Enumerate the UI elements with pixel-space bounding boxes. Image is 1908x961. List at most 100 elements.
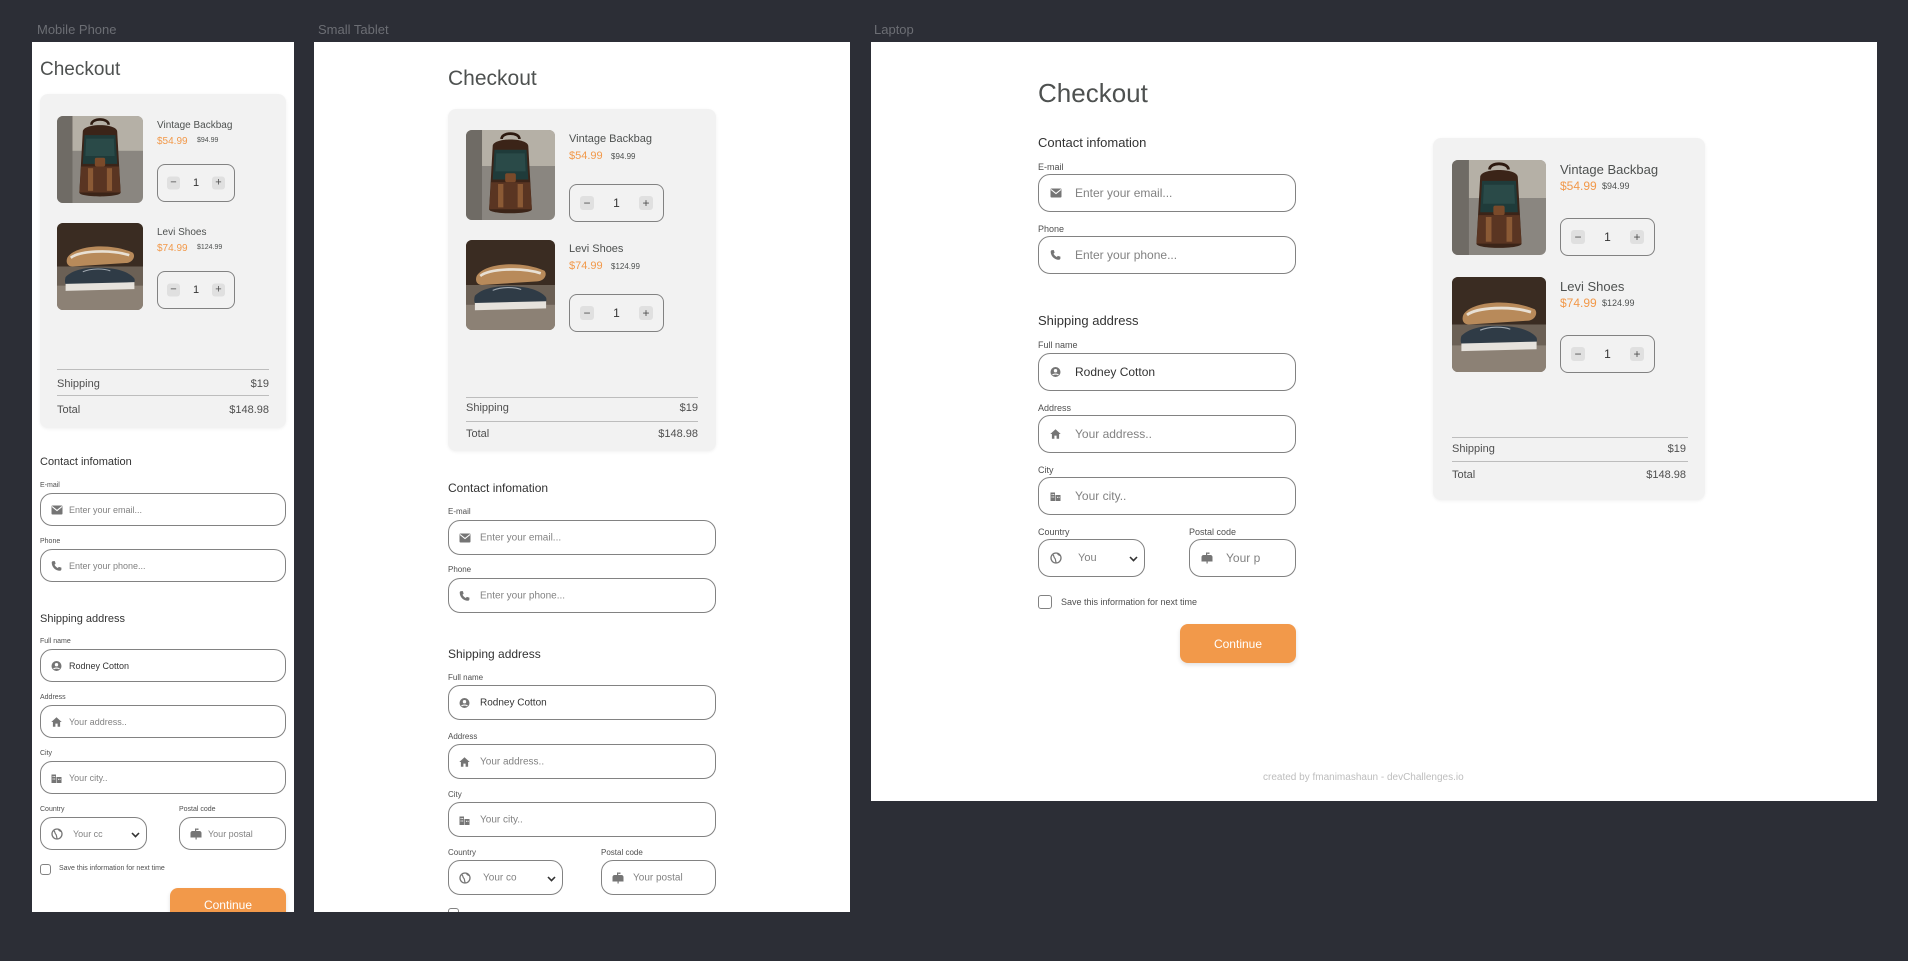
fullname-field[interactable]: Rodney Cotton	[1038, 353, 1296, 391]
shoe-image	[466, 240, 555, 330]
increase-button[interactable]: +	[212, 176, 225, 190]
city-icon	[1050, 491, 1061, 502]
continue-button[interactable]: Continue	[170, 888, 286, 912]
email-field[interactable]: Enter your email...	[448, 520, 716, 555]
postal-placeholder: Your postal	[633, 872, 683, 883]
city-label: City	[40, 750, 53, 757]
cart-item: Levi Shoes $74.99 $124.99 − 1 +	[466, 240, 706, 332]
phone-placeholder: Enter your phone...	[69, 560, 146, 571]
city-placeholder: Your city..	[1075, 489, 1127, 503]
decrease-button[interactable]: −	[580, 306, 594, 320]
decrease-button[interactable]: −	[580, 196, 594, 210]
frame-label-mobile: Mobile Phone	[37, 22, 117, 37]
quantity-stepper: − 1 +	[569, 184, 664, 222]
quantity-stepper: − 1 +	[157, 271, 235, 309]
shoe-image	[57, 223, 143, 310]
increase-button[interactable]: +	[1630, 347, 1644, 361]
fullname-value: Rodney Cotton	[480, 697, 547, 708]
decrease-button[interactable]: −	[167, 176, 180, 190]
mobile-frame: Checkout Vintage Backbag $54.99 $94.99 −…	[32, 42, 294, 912]
save-info-checkbox[interactable]	[1038, 595, 1052, 609]
country-value: Your cc	[73, 828, 103, 839]
increase-button[interactable]: +	[639, 306, 653, 320]
address-field[interactable]: Your address..	[40, 705, 286, 738]
item-old-price: $124.99	[197, 244, 223, 251]
country-select[interactable]: You	[1038, 539, 1145, 577]
save-info-checkbox[interactable]	[40, 864, 51, 875]
fullname-field[interactable]: Rodney Cotton	[40, 649, 286, 682]
address-field[interactable]: Your address..	[1038, 415, 1296, 453]
mailbox-icon	[190, 828, 202, 840]
email-label: E-mail	[40, 482, 60, 489]
decrease-button[interactable]: −	[167, 283, 180, 297]
quantity-value: 1	[192, 177, 200, 189]
total-label: Total	[466, 428, 490, 440]
increase-button[interactable]: +	[212, 283, 225, 297]
phone-placeholder: Enter your phone...	[480, 590, 566, 601]
increase-button[interactable]: +	[639, 196, 653, 210]
phone-label: Phone	[40, 538, 61, 545]
phone-icon	[459, 590, 470, 601]
quantity-value: 1	[613, 306, 620, 320]
item-old-price: $94.99	[1602, 181, 1630, 191]
postal-field[interactable]: Your postal	[179, 817, 286, 850]
country-value: You	[1078, 552, 1097, 564]
phone-field[interactable]: Enter your phone...	[448, 578, 716, 613]
phone-field[interactable]: Enter your phone...	[1038, 236, 1296, 274]
quantity-stepper: − 1 +	[569, 294, 664, 332]
city-field[interactable]: Your city..	[448, 802, 716, 837]
chevron-down-icon	[1129, 549, 1138, 567]
country-label: Country	[1038, 527, 1070, 537]
cart-item: Levi Shoes $74.99 $124.99 − 1 +	[57, 223, 277, 313]
email-field[interactable]: Enter your email...	[1038, 174, 1296, 212]
decrease-button[interactable]: −	[1571, 347, 1585, 361]
cart-item: Vintage Backbag $54.99 $94.99 − 1 +	[57, 116, 277, 206]
save-info-checkbox[interactable]	[448, 908, 459, 912]
address-field[interactable]: Your address..	[448, 744, 716, 779]
item-old-price: $94.99	[197, 137, 219, 144]
shipping-value: $19	[679, 402, 698, 414]
phone-label: Phone	[1038, 224, 1065, 234]
shipping-value: $19	[1667, 443, 1686, 455]
fullname-label: Full name	[1038, 340, 1078, 350]
divider	[1452, 437, 1688, 438]
city-field[interactable]: Your city..	[1038, 477, 1296, 515]
user-icon	[459, 697, 470, 708]
continue-button[interactable]: Continue	[1180, 624, 1296, 663]
shipping-label: Shipping	[57, 378, 100, 390]
email-placeholder: Enter your email...	[1075, 186, 1173, 200]
frame-label-laptop: Laptop	[874, 22, 914, 37]
postal-placeholder: Your p	[1226, 551, 1261, 565]
user-icon	[1050, 367, 1061, 378]
decrease-button[interactable]: −	[1571, 230, 1585, 244]
country-select[interactable]: Your co	[448, 860, 563, 895]
mail-icon	[459, 533, 471, 543]
item-price: $54.99	[1560, 179, 1597, 193]
city-field[interactable]: Your city..	[40, 761, 286, 794]
phone-field[interactable]: Enter your phone...	[40, 549, 286, 582]
item-name: Levi Shoes	[157, 227, 207, 238]
fullname-field[interactable]: Rodney Cotton	[448, 685, 716, 720]
laptop-frame: Checkout Contact infomation E-mail Enter…	[871, 42, 1877, 801]
tablet-frame: Checkout Vintage Backbag $54.99 $94.99 −…	[314, 42, 850, 912]
postal-field[interactable]: Your postal	[601, 860, 716, 895]
backpack-image	[1452, 160, 1546, 255]
quantity-value: 1	[613, 196, 620, 210]
save-info-label: Save this information for next time	[59, 865, 165, 872]
item-name: Levi Shoes	[1560, 279, 1625, 294]
globe-icon	[459, 871, 471, 884]
postal-field[interactable]: Your p	[1189, 539, 1296, 577]
page-title: Checkout	[1038, 78, 1148, 108]
increase-button[interactable]: +	[1630, 230, 1644, 244]
address-label: Address	[40, 694, 66, 701]
postal-label: Postal code	[1189, 527, 1237, 537]
fullname-value: Rodney Cotton	[69, 660, 130, 671]
email-field[interactable]: Enter your email...	[40, 493, 286, 526]
mailbox-icon	[612, 872, 624, 884]
divider	[466, 397, 698, 398]
backpack-image	[466, 130, 555, 220]
country-select[interactable]: Your cc	[40, 817, 147, 850]
page-title: Checkout	[40, 59, 121, 80]
country-value: Your co	[483, 872, 517, 883]
phone-icon	[51, 560, 62, 571]
